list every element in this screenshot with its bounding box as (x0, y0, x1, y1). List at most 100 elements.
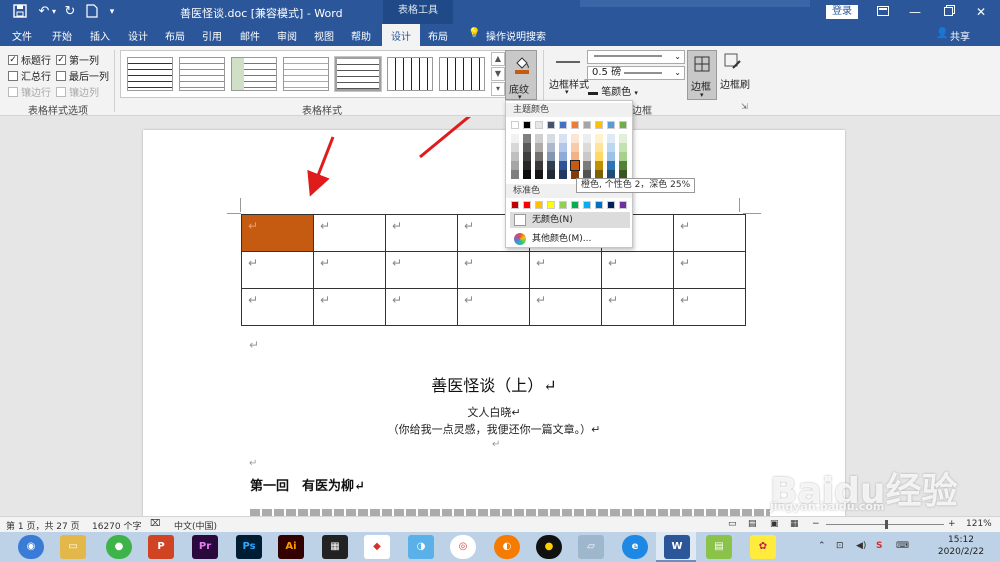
print-layout-icon[interactable]: ▣ (770, 519, 779, 529)
standard-color-swatch[interactable] (571, 201, 579, 209)
theme-color-shade-swatch[interactable] (595, 161, 603, 170)
checkbox-last-column[interactable]: 最后一列 (56, 68, 109, 83)
login-button[interactable]: 登录 (826, 5, 858, 19)
theme-color-shade-swatch[interactable] (523, 152, 531, 161)
theme-color-shade-swatch[interactable] (547, 161, 555, 170)
tab-table-layout[interactable]: 布局 (428, 28, 448, 43)
theme-color-shade-swatch[interactable] (583, 134, 591, 143)
line-style-dropdown[interactable]: ⌄ (587, 50, 685, 64)
theme-color-shade-swatch[interactable] (535, 152, 543, 161)
browser-icon[interactable]: ◐ (494, 535, 520, 559)
chrome-icon[interactable]: ◎ (450, 535, 476, 559)
redo-icon[interactable]: ↻ (62, 4, 78, 20)
line-weight-dropdown[interactable]: 0.5 磅 ⌄ (587, 66, 685, 80)
minimize-icon[interactable]: — (906, 3, 924, 21)
theme-color-shade-swatch[interactable] (511, 170, 519, 179)
theme-color-shade-swatch[interactable] (607, 161, 615, 170)
zoom-out-icon[interactable]: − (812, 519, 820, 529)
app-icon-green[interactable]: ▤ (706, 535, 732, 559)
zoom-slider-thumb[interactable] (885, 520, 888, 529)
internet-explorer-icon[interactable]: e (622, 535, 648, 559)
theme-color-shade-swatch[interactable] (547, 134, 555, 143)
theme-color-shade-swatch[interactable] (523, 134, 531, 143)
tab-mailings[interactable]: 邮件 (240, 28, 260, 43)
theme-color-shade-swatch[interactable] (559, 170, 567, 179)
standard-color-swatch[interactable] (511, 201, 519, 209)
theme-color-shade-swatch[interactable] (559, 161, 567, 170)
theme-color-shade-swatch[interactable] (607, 143, 615, 152)
tab-design[interactable]: 设计 (128, 28, 148, 43)
theme-color-shade-swatch[interactable] (595, 152, 603, 161)
theme-color-swatch[interactable] (583, 121, 591, 129)
tab-references[interactable]: 引用 (202, 28, 222, 43)
checkbox-first-column[interactable]: ✓ 第一列 (56, 52, 99, 67)
theme-color-shade-swatch[interactable] (571, 143, 579, 152)
tab-help[interactable]: 帮助 (351, 28, 371, 43)
customize-qat-icon[interactable]: ▾ (104, 4, 120, 20)
theme-color-shade-swatch[interactable] (523, 143, 531, 152)
new-document-icon[interactable] (84, 4, 100, 20)
theme-color-shade-swatch[interactable] (511, 143, 519, 152)
word-count[interactable]: 16270 个字 (92, 519, 142, 532)
standard-color-swatch[interactable] (619, 201, 627, 209)
tab-layout[interactable]: 布局 (165, 28, 185, 43)
table-style-7[interactable] (439, 57, 485, 91)
more-colors-option[interactable]: 其他颜色(M)... (510, 231, 630, 247)
theme-color-shade-swatch[interactable] (571, 152, 579, 161)
theme-color-swatch[interactable] (595, 121, 603, 129)
no-color-option[interactable]: 无颜色(N) (510, 212, 630, 228)
theme-color-swatch[interactable] (511, 121, 519, 129)
language[interactable]: 中文(中国) (174, 519, 217, 532)
tab-view[interactable]: 视图 (314, 28, 334, 43)
app-icon-gray[interactable]: ▱ (578, 535, 604, 559)
theme-color-shade-swatch[interactable] (619, 143, 627, 152)
theme-color-shade-swatch[interactable] (619, 134, 627, 143)
tab-home[interactable]: 开始 (52, 28, 72, 43)
page-count[interactable]: 第 1 页，共 27 页 (6, 519, 80, 532)
taskbar-clock[interactable]: 15:12 2020/2/22 (932, 534, 990, 558)
theme-color-shade-swatch[interactable] (511, 134, 519, 143)
tray-input-icon[interactable]: ⌨ (896, 541, 909, 551)
theme-color-shade-swatch[interactable] (535, 161, 543, 170)
theme-color-shade-swatch[interactable] (535, 134, 543, 143)
undo-dropdown-icon[interactable]: ▾ (50, 4, 58, 20)
app-icon-red[interactable]: ◆ (364, 535, 390, 559)
theme-color-shade-swatch[interactable] (547, 143, 555, 152)
ribbon-display-options-icon[interactable] (874, 3, 892, 21)
theme-color-shade-swatch[interactable] (523, 161, 531, 170)
shading-button[interactable]: 底纹 ▾ (505, 50, 537, 101)
photoshop-icon[interactable]: Ps (236, 535, 262, 559)
checkbox-last-column-box[interactable] (56, 70, 66, 81)
table-style-2[interactable] (179, 57, 225, 91)
theme-color-swatch[interactable] (535, 121, 543, 129)
standard-color-swatch[interactable] (583, 201, 591, 209)
checkbox-total-row-box[interactable] (8, 70, 18, 81)
share-button[interactable]: 共享 (950, 28, 970, 43)
focus-mode-icon[interactable]: ▭ (728, 519, 737, 529)
gallery-up-icon[interactable]: ▲ (491, 52, 505, 66)
theme-color-shade-swatch[interactable] (607, 152, 615, 161)
table-style-3[interactable] (231, 57, 277, 91)
close-icon[interactable]: ✕ (972, 3, 990, 21)
standard-color-swatch[interactable] (559, 201, 567, 209)
theme-color-shade-swatch[interactable] (583, 152, 591, 161)
tray-network-icon[interactable]: ⊡ (836, 541, 844, 551)
app-icon-blue[interactable]: ◑ (408, 535, 434, 559)
tray-volume-icon[interactable]: ◀) (856, 541, 866, 551)
borders-button[interactable]: 边框 ▾ (687, 50, 717, 100)
read-mode-icon[interactable]: ▤ (748, 519, 757, 529)
start-icon[interactable]: ◉ (18, 535, 44, 559)
checkbox-total-row[interactable]: 汇总行 (8, 68, 51, 83)
tell-me-search[interactable]: 操作说明搜索 (486, 28, 546, 43)
checkbox-first-column-box[interactable]: ✓ (56, 54, 66, 65)
table-style-6[interactable] (387, 57, 433, 91)
theme-color-shade-swatch[interactable] (559, 152, 567, 161)
save-icon[interactable] (12, 4, 28, 20)
zoom-level[interactable]: 121% (966, 519, 992, 529)
tray-chevron-icon[interactable]: ⌃ (818, 541, 826, 551)
app-icon-flower[interactable]: ✿ (750, 535, 776, 559)
file-explorer-icon[interactable]: ▭ (60, 535, 86, 559)
checkbox-header-row[interactable]: ✓ 标题行 (8, 52, 51, 67)
theme-color-shade-swatch[interactable] (595, 134, 603, 143)
pen-color-button[interactable]: 笔颜色 ▾ (588, 83, 638, 98)
